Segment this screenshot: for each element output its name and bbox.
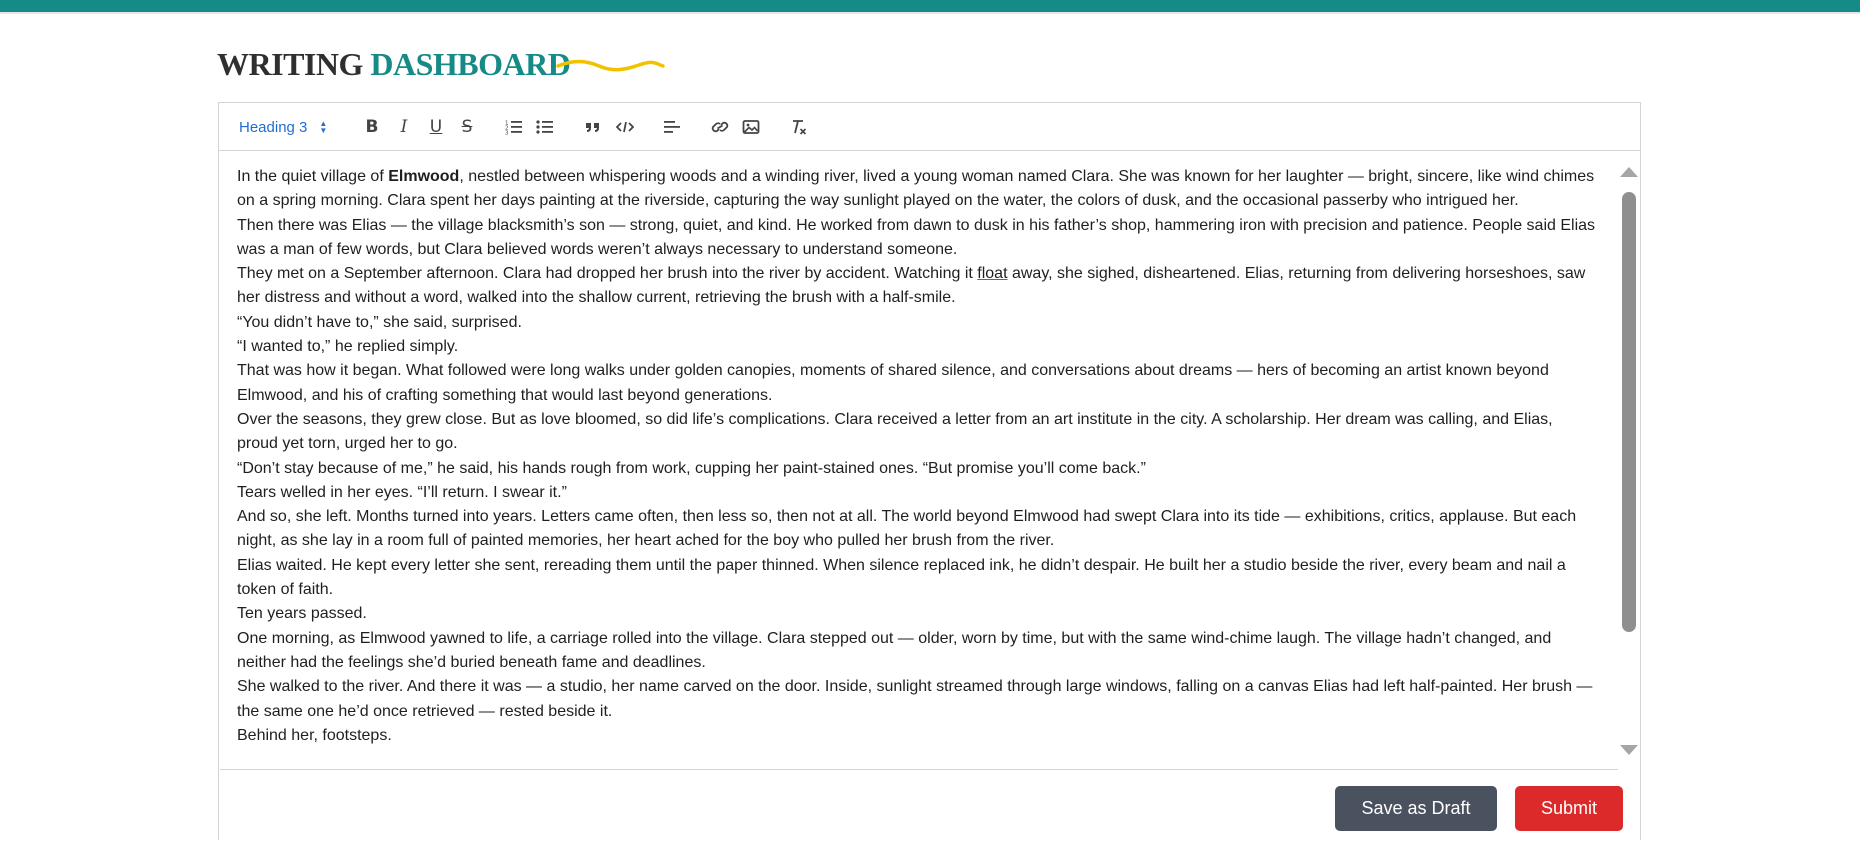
paragraph-2: Then there was Elias — the village black… xyxy=(237,216,1596,258)
editor-toolbar: Heading 3 ▲ ▼ B I U S 1 2 3 xyxy=(219,103,1640,151)
align-icon[interactable] xyxy=(660,115,684,139)
paragraph-9: Tears welled in her eyes. “I’ll return. … xyxy=(237,483,567,501)
paragraph-4: “You didn’t have to,” she said, surprise… xyxy=(237,313,522,331)
underlined-text: float xyxy=(977,265,1008,283)
paragraph-15: Behind her, footsteps. xyxy=(237,726,392,744)
paragraph-1-text-a: In the quiet village of xyxy=(237,168,389,185)
ordered-list-icon[interactable]: 1 2 3 xyxy=(502,115,526,139)
blockquote-icon[interactable] xyxy=(581,115,605,139)
italic-icon[interactable]: I xyxy=(392,115,416,139)
top-accent-shadow xyxy=(0,12,1860,14)
page-title-word-1: WRITING xyxy=(217,46,363,82)
blockquote-glyph xyxy=(586,123,599,132)
heading-level-value: Heading 3 xyxy=(239,118,308,136)
bold-icon[interactable]: B xyxy=(360,115,384,139)
select-arrows-icon: ▲ ▼ xyxy=(319,119,328,135)
paragraph-5: “I wanted to,” he replied simply. xyxy=(237,338,459,356)
image-glyph xyxy=(742,120,760,134)
top-accent-bar xyxy=(0,0,1860,12)
save-draft-button[interactable]: Save as Draft xyxy=(1335,786,1497,831)
paragraph-14: She walked to the river. And there it wa… xyxy=(237,678,1593,720)
svg-text:3: 3 xyxy=(505,131,509,136)
editor-content[interactable]: In the quiet village of Elmwood, nestled… xyxy=(220,151,1618,770)
clear-format-glyph xyxy=(793,120,807,135)
bullet-list-icon[interactable] xyxy=(533,115,557,139)
paragraph-12: Ten years passed. xyxy=(237,605,367,623)
code-glyph xyxy=(616,121,634,133)
editor-scrollbar[interactable] xyxy=(1619,165,1639,771)
paragraph-1: In the quiet village of Elmwood, nestled… xyxy=(237,165,1596,214)
title-underline-squiggle xyxy=(556,59,665,72)
editor-actions: Save as Draft Submit xyxy=(220,771,1640,843)
image-icon[interactable] xyxy=(739,115,763,139)
scroll-up-arrow-icon[interactable] xyxy=(1620,167,1638,177)
link-glyph xyxy=(711,121,729,133)
bullet-list-glyph xyxy=(536,120,553,134)
underline-icon[interactable]: U xyxy=(424,115,448,139)
rich-text-editor: Heading 3 ▲ ▼ B I U S 1 2 3 In the quiet… xyxy=(218,102,1641,840)
page-title-word-2: DASHBOARD xyxy=(370,46,571,82)
paragraph-8: “Don’t stay because of me,” he said, his… xyxy=(237,459,1146,477)
paragraph-3: They met on a September afternoon. Clara… xyxy=(237,262,1596,311)
paragraph-10: And so, she left. Months turned into yea… xyxy=(237,508,1577,550)
link-icon[interactable] xyxy=(708,115,732,139)
ordered-list-glyph: 1 2 3 xyxy=(505,121,522,136)
scroll-down-arrow-icon[interactable] xyxy=(1620,745,1638,755)
paragraph-7: Over the seasons, they grew close. But a… xyxy=(237,410,1553,453)
submit-button[interactable]: Submit xyxy=(1515,786,1623,831)
scrollbar-thumb[interactable] xyxy=(1622,192,1636,632)
strikethrough-icon[interactable]: S xyxy=(455,115,479,139)
bold-text: Elmwood xyxy=(388,168,460,185)
code-icon[interactable] xyxy=(613,115,637,139)
paragraph-3-text-a: They met on a September afternoon. Clara… xyxy=(237,265,978,283)
align-glyph xyxy=(664,121,680,133)
paragraph-6: That was how it began. What followed wer… xyxy=(237,362,1549,404)
heading-level-select[interactable]: Heading 3 ▲ ▼ xyxy=(239,115,339,139)
paragraph-13: One morning, as Elmwood yawned to life, … xyxy=(237,629,1552,671)
page-title: WRITING DASHBOARD xyxy=(217,44,571,84)
paragraph-11: Elias waited. He kept every letter she s… xyxy=(237,556,1566,599)
clear-format-icon[interactable] xyxy=(787,115,811,139)
